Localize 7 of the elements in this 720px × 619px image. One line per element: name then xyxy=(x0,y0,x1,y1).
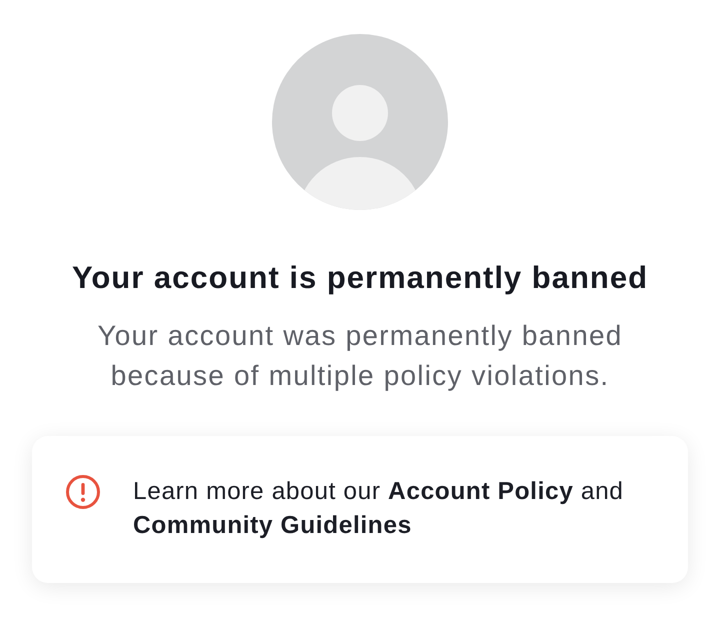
alert-icon xyxy=(66,475,100,509)
policy-link[interactable]: Community Guidelines xyxy=(133,512,412,539)
policy-link[interactable]: Account Policy xyxy=(388,478,574,505)
notice-text: Learn more about our Account Policy and Community Guidelines xyxy=(133,477,625,541)
ban-title: Your account is permanently banned xyxy=(72,260,648,296)
ban-message: Your account was permanently banned because of multiple policy violations. xyxy=(96,319,624,393)
avatar-icon xyxy=(272,34,448,210)
